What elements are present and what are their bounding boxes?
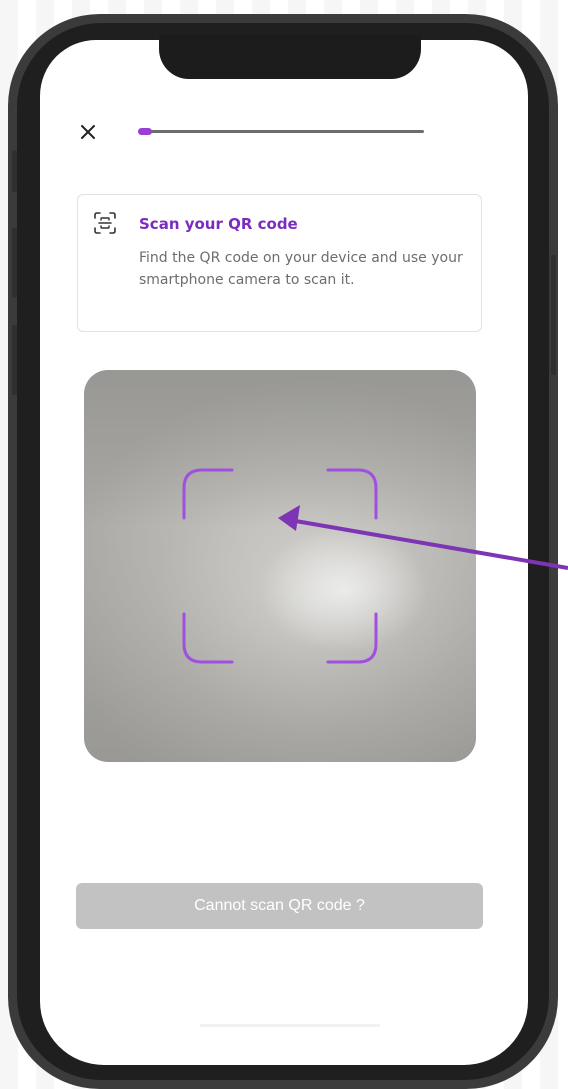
close-button[interactable] xyxy=(74,118,102,146)
scan-target-frame xyxy=(182,468,378,664)
card-title: Scan your QR code xyxy=(139,215,298,233)
close-icon xyxy=(81,125,95,139)
frame-corner-bottom-left xyxy=(182,612,234,664)
progress-track xyxy=(138,130,424,133)
frame-corner-top-left xyxy=(182,468,234,520)
progress-fill xyxy=(138,128,153,135)
volume-up-button xyxy=(12,228,17,298)
phone-notch xyxy=(159,35,421,79)
frame-corner-bottom-right xyxy=(326,612,378,664)
page: Scan your QR code Find the QR code on yo… xyxy=(0,0,568,1089)
silent-switch xyxy=(12,150,17,192)
home-indicator xyxy=(200,1024,380,1027)
frame-corner-top-right xyxy=(326,468,378,520)
camera-viewfinder[interactable] xyxy=(84,370,476,762)
card-description: Find the QR code on your device and use … xyxy=(139,250,463,288)
power-button xyxy=(551,255,556,375)
cannot-scan-button[interactable]: Cannot scan QR code ? xyxy=(76,883,483,929)
scan-frame-icon xyxy=(94,212,116,234)
volume-down-button xyxy=(12,325,17,395)
step-progress-bar xyxy=(138,128,424,135)
instruction-card: Scan your QR code Find the QR code on yo… xyxy=(77,194,482,332)
